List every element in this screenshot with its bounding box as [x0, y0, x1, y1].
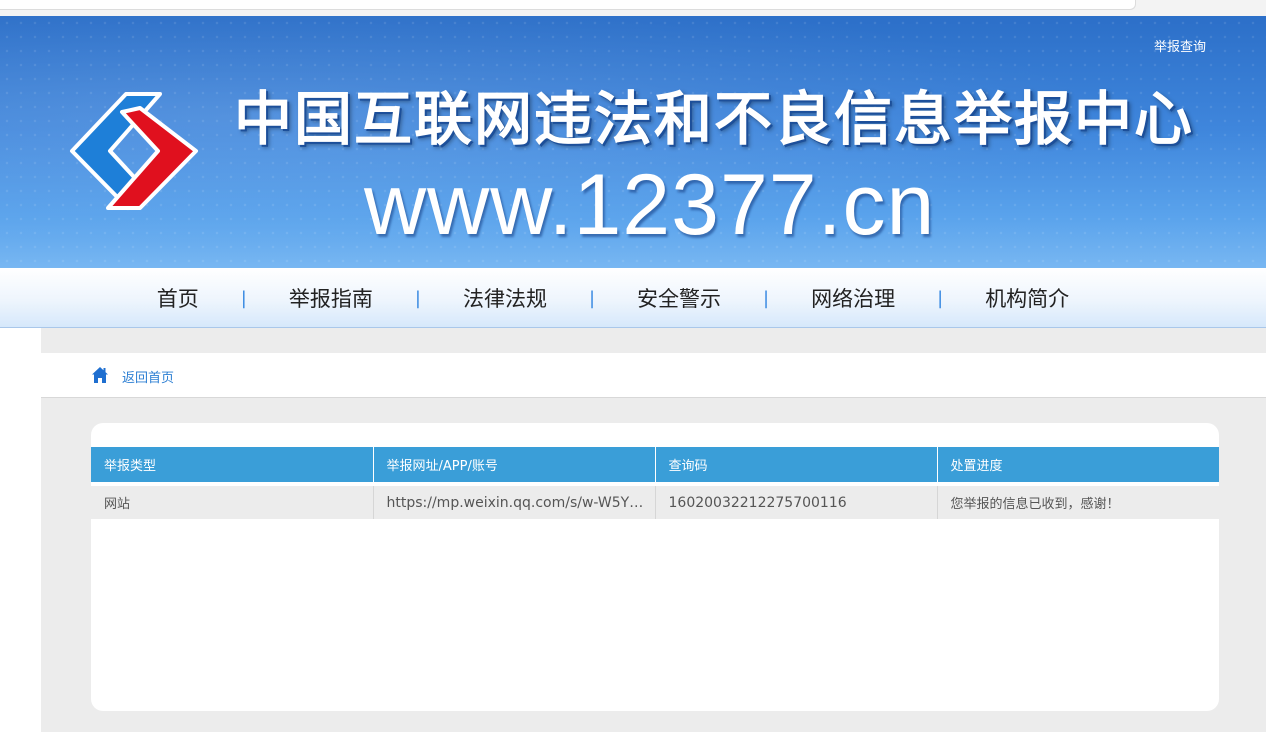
cell-report-url: https://mp.weixin.qq.com/s/w-W5YR... — [373, 486, 656, 519]
report-result-card: 举报类型 举报网址/APP/账号 查询码 处置进度 网站 https://mp.… — [91, 423, 1219, 711]
column-header-query-code: 查询码 — [655, 447, 938, 482]
nav-item-security-alerts[interactable]: 安全警示 — [595, 283, 763, 313]
browser-top-strip — [0, 0, 1266, 16]
table-header-row: 举报类型 举报网址/APP/账号 查询码 处置进度 — [91, 447, 1219, 482]
address-bar-edge[interactable] — [0, 0, 1136, 10]
cell-report-type: 网站 — [91, 486, 374, 519]
cell-status: 您举报的信息已收到，感谢！ — [937, 486, 1219, 519]
report-query-link[interactable]: 举报查询 — [1154, 36, 1206, 55]
nav-item-about[interactable]: 机构简介 — [943, 283, 1111, 313]
report-table: 举报类型 举报网址/APP/账号 查询码 处置进度 网站 https://mp.… — [91, 447, 1219, 519]
home-icon[interactable] — [91, 366, 109, 384]
nav-item-report-guide[interactable]: 举报指南 — [247, 283, 415, 313]
column-header-url: 举报网址/APP/账号 — [373, 447, 656, 482]
nav-item-network-governance[interactable]: 网络治理 — [769, 283, 937, 313]
site-title: 中国互联网违法和不良信息举报中心 — [234, 85, 1195, 153]
breadcrumb: 返回首页 — [41, 353, 1266, 398]
site-logo-icon — [70, 92, 198, 210]
main-nav: 首页 | 举报指南 | 法律法规 | 安全警示 | 网络治理 | 机构简介 — [0, 268, 1266, 328]
nav-item-home[interactable]: 首页 — [115, 283, 241, 313]
site-url: www.12377.cn — [364, 157, 936, 253]
nav-item-laws[interactable]: 法律法规 — [421, 283, 589, 313]
column-header-type: 举报类型 — [91, 447, 374, 482]
site-banner: 举报查询 中国互联网违法和不良信息举报中心 www.12377.cn — [0, 16, 1266, 268]
content-area: 返回首页 举报类型 举报网址/APP/账号 查询码 处置进度 网站 https:… — [41, 328, 1266, 732]
table-row: 网站 https://mp.weixin.qq.com/s/w-W5YR... … — [91, 486, 1219, 519]
column-header-status: 处置进度 — [937, 447, 1219, 482]
cell-query-code: 16020032212275700116 — [655, 486, 938, 519]
back-home-link[interactable]: 返回首页 — [122, 367, 174, 386]
